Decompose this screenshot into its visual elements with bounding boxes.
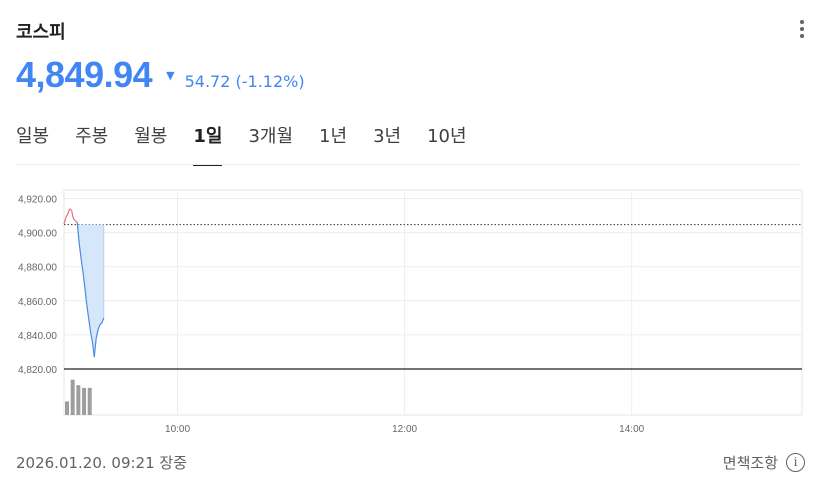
y-tick-label: 4,900.00: [18, 229, 57, 240]
tab-3[interactable]: 1일: [193, 122, 223, 166]
tab-7[interactable]: 10년: [427, 122, 466, 166]
volume-bar: [70, 379, 75, 415]
tab-4[interactable]: 3개월: [248, 122, 293, 166]
disclaimer-label: 면책조항: [722, 454, 778, 472]
price-row: 4,849.94 ▼ 54.72 (-1.12%): [16, 54, 305, 96]
volume-bar: [82, 387, 87, 415]
x-tick-label: 14:00: [619, 424, 644, 435]
current-price: 4,849.94: [16, 54, 153, 95]
x-tick-label: 10:00: [165, 424, 190, 435]
below-close-fill: [64, 224, 104, 358]
chart-frame: [63, 189, 803, 416]
timestamp: 2026.01.20. 09:21 장중: [16, 454, 188, 472]
price-line-segment: [67, 208, 71, 215]
tab-6[interactable]: 3년: [373, 122, 401, 166]
index-title: 코스피: [16, 22, 66, 43]
price-line-segment: [69, 208, 72, 211]
price-line-segment: [74, 220, 78, 223]
y-tick-label: 4,920.00: [18, 195, 57, 206]
disclaimer-link[interactable]: 면책조항 i: [723, 452, 805, 473]
tab-1[interactable]: 주봉: [75, 122, 108, 166]
x-tick-label: 12:00: [392, 424, 417, 435]
y-tick-label: 4,840.00: [18, 331, 57, 342]
down-arrow-icon: ▼: [166, 69, 175, 82]
y-tick-label: 4,860.00: [18, 297, 57, 308]
tab-0[interactable]: 일봉: [16, 122, 49, 166]
price-line-segment: [70, 210, 75, 220]
volume-bar: [87, 387, 92, 415]
price-chart: 4,920.00 4,900.00 4,880.00 4,860.00 4,840.00…: [18, 189, 803, 435]
y-tick-label: 4,880.00: [18, 263, 57, 274]
tab-divider: [16, 164, 799, 165]
price-line-segment: [65, 213, 69, 218]
tab-5[interactable]: 1년: [319, 122, 347, 166]
info-icon: i: [786, 453, 805, 472]
period-tabs: 일봉 주봉 월봉 1일 3개월 1년 3년 10년: [16, 122, 493, 166]
y-tick-label: 4,820.00: [18, 365, 57, 376]
price-line-segment: [73, 218, 76, 222]
volume-bar: [76, 385, 81, 415]
price-change: 54.72 (-1.12%): [184, 72, 305, 91]
volume-bar: [65, 401, 69, 415]
tab-2[interactable]: 월봉: [134, 122, 167, 166]
more-vert-icon[interactable]: [799, 20, 805, 40]
